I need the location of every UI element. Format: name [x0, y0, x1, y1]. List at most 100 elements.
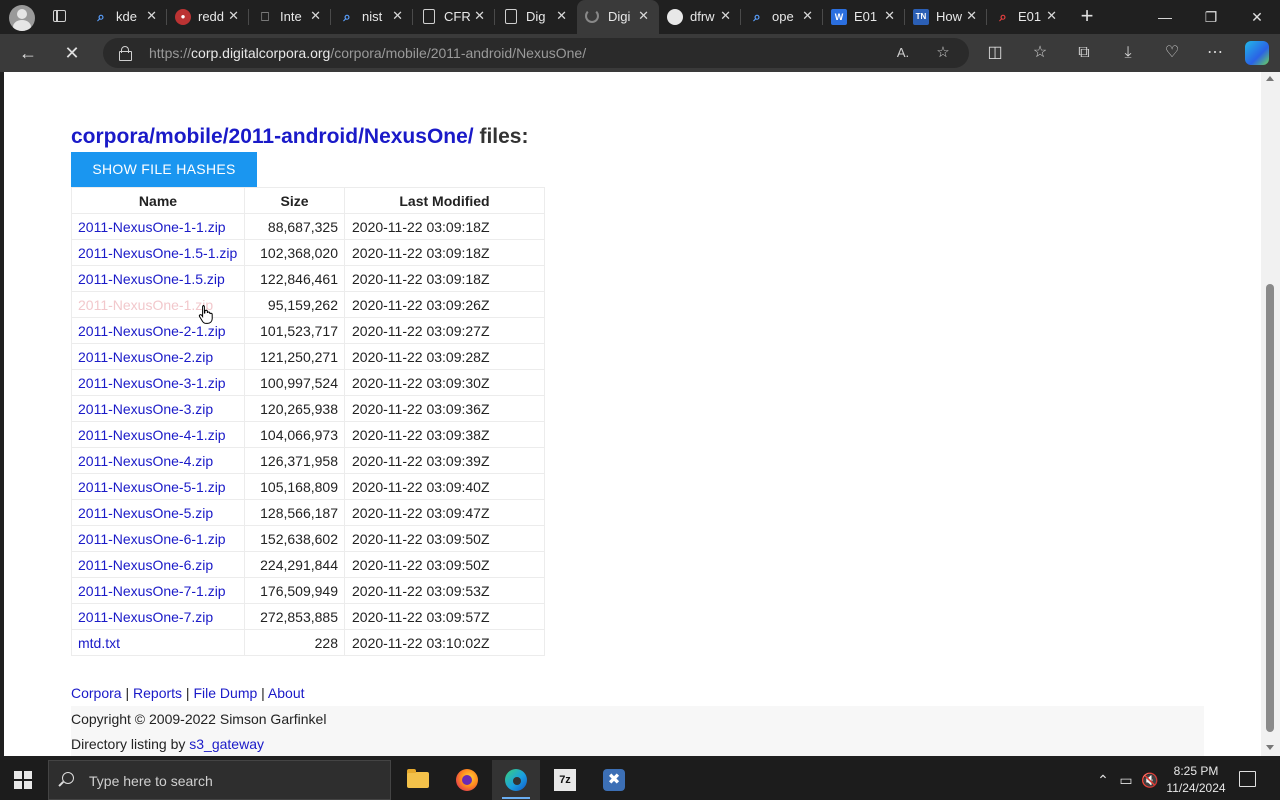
tab[interactable]: Dig ✕ — [495, 0, 577, 34]
file-link[interactable]: mtd.txt — [78, 635, 120, 651]
address-bar[interactable]: https://corp.digitalcorpora.org/corpora/… — [103, 38, 969, 68]
file-link-hovered[interactable]: 2011-NexusOne-1.zip — [78, 297, 213, 313]
new-tab-button[interactable]: + — [1076, 5, 1098, 27]
taskbar-search-box[interactable]: Type here to search — [48, 760, 391, 800]
footer-link-corpora[interactable]: Corpora — [71, 685, 122, 701]
restore-button[interactable]: ❐ — [1188, 0, 1234, 34]
file-size: 101,523,717 — [244, 317, 345, 344]
close-tab-icon[interactable]: ✕ — [392, 8, 403, 24]
tab[interactable]: dfrw ✕ — [659, 0, 741, 34]
lock-icon[interactable] — [119, 46, 132, 61]
tab[interactable]: CFR ✕ — [413, 0, 495, 34]
file-link[interactable]: 2011-NexusOne-1-1.zip — [78, 219, 226, 235]
close-tab-icon[interactable]: ✕ — [310, 8, 321, 24]
search-red-icon: ⌕ — [999, 9, 1007, 24]
network-icon[interactable]: ▭ — [1116, 770, 1136, 790]
file-link[interactable]: 2011-NexusOne-1.5.zip — [78, 271, 225, 287]
column-header-size[interactable]: Size — [244, 187, 345, 214]
tab[interactable]: ⌕ kde ✕ — [85, 0, 167, 34]
file-modified: 2020-11-22 03:09:50Z — [344, 525, 545, 552]
system-clock[interactable]: 8:25 PM 11/24/2024 — [1160, 763, 1232, 797]
file-link[interactable]: 2011-NexusOne-5-1.zip — [78, 479, 226, 495]
file-link[interactable]: 2011-NexusOne-7-1.zip — [78, 583, 226, 599]
file-modified: 2020-11-22 03:09:57Z — [344, 603, 545, 630]
stop-loading-button[interactable]: ✕ — [58, 40, 86, 66]
file-link[interactable]: 2011-NexusOne-4-1.zip — [78, 427, 226, 443]
volume-muted-icon[interactable]: 🔇 — [1140, 770, 1160, 790]
tab[interactable]: ● redd ✕ — [167, 0, 249, 34]
file-size: 120,265,938 — [244, 395, 345, 422]
tab-actions-icon[interactable] — [47, 7, 73, 27]
footer-link-reports[interactable]: Reports — [133, 685, 182, 701]
close-tab-icon[interactable]: ✕ — [802, 8, 813, 24]
tab[interactable]: W E01 ✕ — [823, 0, 905, 34]
minimize-button[interactable]: — — [1142, 0, 1188, 34]
read-aloud-icon[interactable]: A. — [893, 44, 913, 62]
7zip-app[interactable]: 7z — [541, 760, 589, 800]
url-text[interactable]: https://corp.digitalcorpora.org/corpora/… — [149, 45, 586, 61]
notification-icon[interactable] — [1239, 771, 1256, 787]
tab[interactable]: ⌕ E01 ✕ — [987, 0, 1067, 34]
directory-link[interactable]: corpora/mobile/2011-android/NexusOne/ — [71, 125, 474, 148]
file-modified: 2020-11-22 03:09:50Z — [344, 551, 545, 578]
tab[interactable]: ⌕ nist ✕ — [331, 0, 413, 34]
file-size: 122,846,461 — [244, 265, 345, 292]
profile-avatar[interactable] — [9, 5, 35, 31]
close-tab-icon[interactable]: ✕ — [228, 8, 239, 24]
tab-active[interactable]: Digi ✕ — [577, 0, 659, 34]
file-link[interactable]: 2011-NexusOne-1.5-1.zip — [78, 245, 237, 261]
file-link[interactable]: 2011-NexusOne-6.zip — [78, 557, 213, 573]
close-tab-icon[interactable]: ✕ — [474, 8, 485, 24]
tab-strip: ⌕ kde ✕ ● redd ✕ ⎕ Inte ✕ ⌕ nist ✕ CFR ✕… — [0, 0, 1280, 34]
file-link[interactable]: 2011-NexusOne-3.zip — [78, 401, 213, 417]
collections-icon[interactable]: ⧉ — [1072, 42, 1096, 64]
tab[interactable]: ⎕ Inte ✕ — [249, 0, 331, 34]
file-size: 152,638,602 — [244, 525, 345, 552]
s3-gateway-link[interactable]: s3_gateway — [189, 736, 264, 752]
page-title: corpora/mobile/2011-android/NexusOne/ fi… — [71, 125, 528, 149]
close-tab-icon[interactable]: ✕ — [966, 8, 977, 24]
tab[interactable]: ⌕ ope ✕ — [741, 0, 823, 34]
windows-start-icon[interactable] — [14, 771, 32, 789]
scroll-up-arrow-icon[interactable] — [1266, 76, 1274, 81]
file-modified: 2020-11-22 03:09:38Z — [344, 421, 545, 448]
browser-essentials-icon[interactable]: ♡ — [1160, 42, 1184, 64]
scroll-down-arrow-icon[interactable] — [1266, 745, 1274, 750]
footer-link-about[interactable]: About — [268, 685, 305, 701]
close-tab-icon[interactable]: ✕ — [720, 8, 731, 24]
back-button[interactable]: ← — [14, 40, 42, 66]
table-row: 2011-NexusOne-3-1.zip 100,997,524 2020-11-… — [71, 369, 545, 396]
firefox-app[interactable] — [443, 760, 491, 800]
close-window-button[interactable]: ✕ — [1234, 0, 1280, 34]
file-explorer-app[interactable] — [394, 760, 442, 800]
edge-app[interactable] — [492, 760, 540, 800]
file-link[interactable]: 2011-NexusOne-3-1.zip — [78, 375, 226, 391]
column-header-modified[interactable]: Last Modified — [344, 187, 545, 214]
show-hidden-icons-icon[interactable]: ⌃ — [1093, 770, 1113, 790]
tool-app[interactable]: ✖ — [590, 760, 638, 800]
split-screen-icon[interactable]: ◫ — [983, 42, 1007, 64]
file-link[interactable]: 2011-NexusOne-4.zip — [78, 453, 213, 469]
close-tab-icon[interactable]: ✕ — [884, 8, 895, 24]
column-header-name[interactable]: Name — [71, 187, 245, 214]
favorites-icon[interactable]: ☆ — [1028, 42, 1052, 64]
table-row: 2011-NexusOne-1.5.zip 122,846,461 2020-11-… — [71, 265, 545, 292]
file-link[interactable]: 2011-NexusOne-6-1.zip — [78, 531, 226, 547]
scroll-thumb[interactable] — [1266, 284, 1274, 732]
footer-link-file-dump[interactable]: File Dump — [193, 685, 257, 701]
copilot-icon[interactable] — [1245, 41, 1269, 65]
file-link[interactable]: 2011-NexusOne-7.zip — [78, 609, 213, 625]
file-link[interactable]: 2011-NexusOne-2.zip — [78, 349, 213, 365]
settings-more-icon[interactable]: ⋯ — [1203, 42, 1227, 64]
page-scrollbar[interactable] — [1261, 72, 1280, 756]
file-link[interactable]: 2011-NexusOne-5.zip — [78, 505, 213, 521]
close-tab-icon[interactable]: ✕ — [1046, 8, 1057, 24]
close-tab-icon[interactable]: ✕ — [638, 8, 649, 24]
close-tab-icon[interactable]: ✕ — [146, 8, 157, 24]
file-link[interactable]: 2011-NexusOne-2-1.zip — [78, 323, 226, 339]
show-file-hashes-button[interactable]: SHOW FILE HASHES — [71, 152, 257, 187]
close-tab-icon[interactable]: ✕ — [556, 8, 567, 24]
downloads-icon[interactable]: ⤓ — [1116, 42, 1140, 64]
tab[interactable]: TN How ✕ — [905, 0, 987, 34]
favorite-star-icon[interactable]: ☆ — [933, 44, 953, 62]
